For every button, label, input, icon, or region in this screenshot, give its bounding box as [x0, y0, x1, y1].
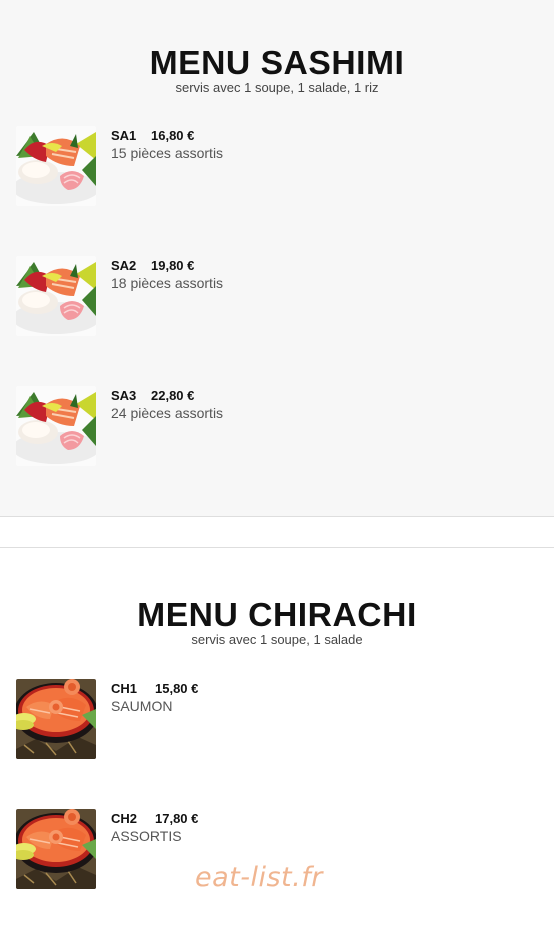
watermark-text: eat-list.fr	[195, 862, 323, 893]
item-code: CH2	[111, 811, 138, 826]
menu-item[interactable]: SA3 22,80 € 24 pièces assortis	[16, 386, 536, 468]
sashimi-subtitle: servis avec 1 soupe, 1 salade, 1 riz	[175, 80, 379, 95]
item-price: 15,80 €	[155, 681, 199, 696]
item-code: CH1	[111, 681, 138, 696]
menu-item[interactable]: SA2 19,80 € 18 pièces assortis	[16, 256, 536, 338]
item-header: SA2 19,80 €	[111, 258, 194, 273]
chirachi-subtitle: servis avec 1 soupe, 1 salade	[191, 632, 363, 647]
item-code: SA2	[111, 258, 137, 273]
sashimi-section: MENU SASHIMI servis avec 1 soupe, 1 sala…	[0, 0, 554, 517]
item-code: SA3	[111, 388, 137, 403]
chirashi-bowl-image	[16, 809, 96, 889]
item-code: SA1	[111, 128, 137, 143]
chirachi-title: MENU CHIRACHI	[137, 596, 417, 633]
item-description: ASSORTIS	[111, 828, 182, 844]
item-price: 22,80 €	[151, 388, 195, 403]
menu-item[interactable]: CH1 15,80 € SAUMON	[16, 679, 536, 761]
item-price: 17,80 €	[155, 811, 199, 826]
sashimi-plate-image	[16, 256, 96, 336]
item-price: 16,80 €	[151, 128, 195, 143]
item-header: SA3 22,80 €	[111, 388, 194, 403]
item-header: CH2 17,80 €	[111, 811, 198, 826]
item-description: 24 pièces assortis	[111, 405, 224, 421]
section-divider	[0, 517, 554, 548]
item-header: CH1 15,80 €	[111, 681, 198, 696]
item-price: 19,80 €	[151, 258, 195, 273]
sashimi-plate-image	[16, 126, 96, 206]
menu-item[interactable]: SA1 16,80 € 15 pièces assortis	[16, 126, 536, 208]
item-description: 18 pièces assortis	[111, 275, 224, 291]
item-header: SA1 16,80 €	[111, 128, 194, 143]
chirashi-bowl-image	[16, 679, 96, 759]
item-description: 15 pièces assortis	[111, 145, 224, 161]
item-description: SAUMON	[111, 698, 173, 714]
sashimi-plate-image	[16, 386, 96, 466]
sashimi-title: MENU SASHIMI	[149, 44, 405, 81]
